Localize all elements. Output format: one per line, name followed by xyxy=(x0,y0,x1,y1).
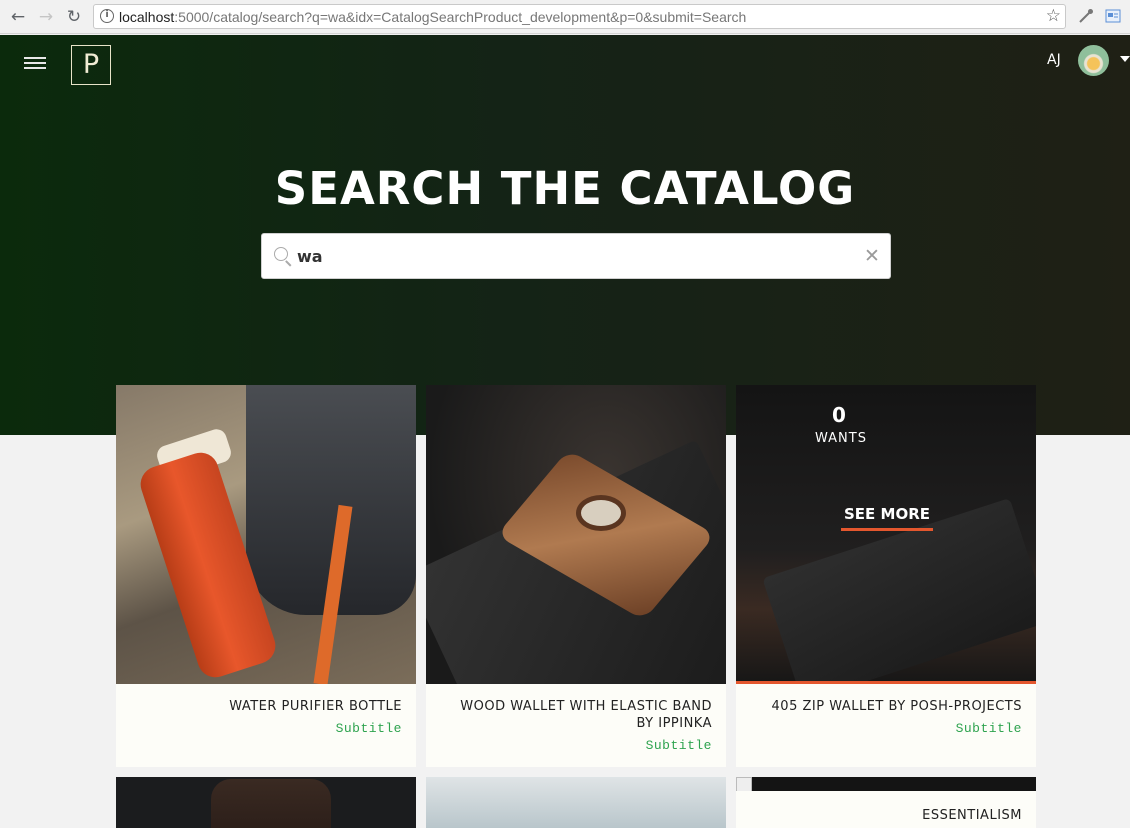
back-arrow-icon[interactable]: ← xyxy=(8,7,28,27)
product-card[interactable] xyxy=(116,777,416,828)
search-box: ✕ xyxy=(261,233,891,279)
avatar[interactable] xyxy=(1078,45,1109,76)
menu-icon[interactable] xyxy=(24,57,46,69)
product-image[interactable] xyxy=(426,777,726,828)
product-card[interactable]: WOOD WALLET WITH ELASTIC BAND BY IPPINKA… xyxy=(426,385,726,767)
url-host: localhost xyxy=(119,9,175,25)
product-card[interactable] xyxy=(426,777,726,828)
product-title[interactable]: WATER PURIFIER BOTTLE xyxy=(116,684,416,715)
product-card[interactable]: WATER PURIFIER BOTTLE Subtitle xyxy=(116,385,416,767)
url-text[interactable]: localhost:5000/catalog/search?q=wa&idx=C… xyxy=(119,9,746,25)
user-initials[interactable]: AJ xyxy=(1047,52,1061,68)
product-title[interactable]: ESSENTIALISM xyxy=(736,791,1036,824)
product-subtitle: Subtitle xyxy=(645,738,712,753)
product-image[interactable] xyxy=(426,385,726,684)
product-card[interactable]: 0 WANTS SEE MORE 405 ZIP WALLET BY POSH-… xyxy=(736,385,1036,767)
url-path: :5000/catalog/search?q=wa&idx=CatalogSea… xyxy=(174,9,747,25)
see-more-button[interactable]: SEE MORE xyxy=(841,505,933,531)
product-image[interactable] xyxy=(116,385,416,684)
info-icon[interactable]: i xyxy=(100,9,114,23)
reload-icon[interactable]: ↻ xyxy=(64,7,84,27)
product-image[interactable] xyxy=(116,777,416,828)
search-icon xyxy=(274,247,288,261)
eyedropper-icon[interactable] xyxy=(1077,7,1095,25)
product-image[interactable] xyxy=(736,777,1036,791)
clear-icon[interactable]: ✕ xyxy=(864,245,880,267)
extension-icon[interactable] xyxy=(1104,7,1122,25)
caret-down-icon[interactable] xyxy=(1120,56,1130,62)
address-bar[interactable]: i localhost:5000/catalog/search?q=wa&idx… xyxy=(93,4,1066,29)
product-image[interactable]: 0 WANTS SEE MORE xyxy=(736,385,1036,684)
forward-arrow-icon[interactable]: → xyxy=(36,7,56,27)
page-title: SEARCH THE CATALOG xyxy=(274,162,856,215)
wants-label: WANTS xyxy=(815,431,867,446)
product-title[interactable]: WOOD WALLET WITH ELASTIC BAND BY IPPINKA xyxy=(426,684,726,732)
product-title[interactable]: 405 ZIP WALLET BY POSH-PROJECTS xyxy=(736,684,1036,715)
product-card[interactable]: ESSENTIALISM xyxy=(736,777,1036,828)
card-highlight-bar xyxy=(736,681,1036,684)
product-subtitle: Subtitle xyxy=(955,721,1022,736)
broken-image-icon xyxy=(736,777,752,791)
bookmark-star-icon[interactable]: ☆ xyxy=(1046,6,1061,26)
logo[interactable]: P xyxy=(71,45,111,85)
product-subtitle: Subtitle xyxy=(335,721,402,736)
search-input[interactable] xyxy=(297,244,857,268)
browser-toolbar: ← → ↻ i localhost:5000/catalog/search?q=… xyxy=(0,0,1130,34)
wants-count: 0 xyxy=(832,403,846,427)
